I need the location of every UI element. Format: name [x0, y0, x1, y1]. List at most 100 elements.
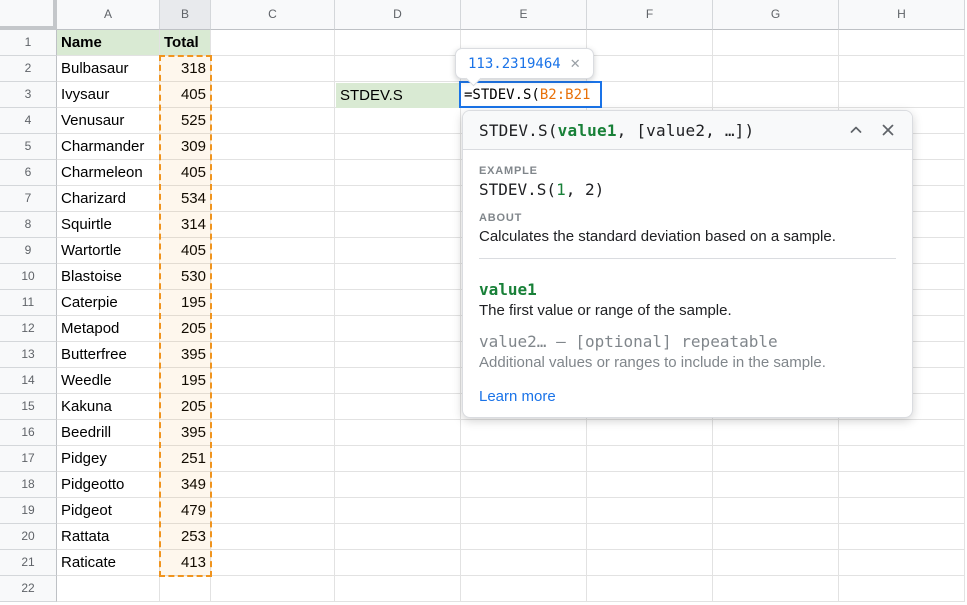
cell-F3[interactable]: [587, 82, 713, 108]
cell-E19[interactable]: [461, 498, 587, 524]
row-header-14[interactable]: 14: [0, 368, 57, 394]
cell-B18[interactable]: 349: [160, 472, 211, 498]
cell-D17[interactable]: [335, 446, 461, 472]
cell-D21[interactable]: [335, 550, 461, 576]
cell-C17[interactable]: [211, 446, 335, 472]
row-header-7[interactable]: 7: [0, 186, 57, 212]
cell-F18[interactable]: [587, 472, 713, 498]
cell-F2[interactable]: [587, 56, 713, 82]
cell-D6[interactable]: [335, 160, 461, 186]
cell-A20[interactable]: Rattata: [57, 524, 160, 550]
cell-D5[interactable]: [335, 134, 461, 160]
cell-C5[interactable]: [211, 134, 335, 160]
cell-A19[interactable]: Pidgeot: [57, 498, 160, 524]
cell-D12[interactable]: [335, 316, 461, 342]
cell-F19[interactable]: [587, 498, 713, 524]
cell-C20[interactable]: [211, 524, 335, 550]
cell-B8[interactable]: 314: [160, 212, 211, 238]
cell-B4[interactable]: 525: [160, 108, 211, 134]
cell-E18[interactable]: [461, 472, 587, 498]
column-header-E[interactable]: E: [461, 0, 587, 30]
column-header-C[interactable]: C: [211, 0, 335, 30]
cell-E21[interactable]: [461, 550, 587, 576]
row-header-15[interactable]: 15: [0, 394, 57, 420]
cell-C18[interactable]: [211, 472, 335, 498]
cell-B3[interactable]: 405: [160, 82, 211, 108]
cell-D9[interactable]: [335, 238, 461, 264]
column-header-A[interactable]: A: [57, 0, 160, 30]
cell-A3[interactable]: Ivysaur: [57, 82, 160, 108]
cell-H20[interactable]: [839, 524, 965, 550]
cell-B22[interactable]: [160, 576, 211, 602]
cell-A10[interactable]: Blastoise: [57, 264, 160, 290]
cell-H1[interactable]: [839, 30, 965, 56]
row-header-12[interactable]: 12: [0, 316, 57, 342]
cell-F1[interactable]: [587, 30, 713, 56]
cell-H16[interactable]: [839, 420, 965, 446]
cell-D2[interactable]: [335, 56, 461, 82]
cell-B1[interactable]: Total: [160, 30, 211, 56]
cell-A14[interactable]: Weedle: [57, 368, 160, 394]
row-header-4[interactable]: 4: [0, 108, 57, 134]
cell-A21[interactable]: Raticate: [57, 550, 160, 576]
row-header-18[interactable]: 18: [0, 472, 57, 498]
column-header-G[interactable]: G: [713, 0, 839, 30]
cell-B5[interactable]: 309: [160, 134, 211, 160]
cell-B7[interactable]: 534: [160, 186, 211, 212]
cell-G19[interactable]: [713, 498, 839, 524]
row-header-21[interactable]: 21: [0, 550, 57, 576]
cell-G21[interactable]: [713, 550, 839, 576]
cell-G20[interactable]: [713, 524, 839, 550]
cell-B21[interactable]: 413: [160, 550, 211, 576]
cell-B2[interactable]: 318: [160, 56, 211, 82]
cell-A5[interactable]: Charmander: [57, 134, 160, 160]
row-header-22[interactable]: 22: [0, 576, 57, 602]
cell-D16[interactable]: [335, 420, 461, 446]
cell-G16[interactable]: [713, 420, 839, 446]
cell-B20[interactable]: 253: [160, 524, 211, 550]
cell-B9[interactable]: 405: [160, 238, 211, 264]
column-header-H[interactable]: H: [839, 0, 965, 30]
cell-D8[interactable]: [335, 212, 461, 238]
row-header-3[interactable]: 3: [0, 82, 57, 108]
chevron-up-icon[interactable]: [848, 122, 864, 138]
row-header-1[interactable]: 1: [0, 30, 57, 56]
cell-C8[interactable]: [211, 212, 335, 238]
row-header-9[interactable]: 9: [0, 238, 57, 264]
close-icon[interactable]: [880, 122, 896, 138]
close-icon[interactable]: ✕: [570, 56, 581, 72]
cell-D18[interactable]: [335, 472, 461, 498]
learn-more-link[interactable]: Learn more: [479, 388, 556, 405]
cell-C11[interactable]: [211, 290, 335, 316]
cell-C2[interactable]: [211, 56, 335, 82]
cell-D13[interactable]: [335, 342, 461, 368]
cell-C3[interactable]: [211, 82, 335, 108]
row-header-19[interactable]: 19: [0, 498, 57, 524]
cell-D14[interactable]: [335, 368, 461, 394]
row-header-11[interactable]: 11: [0, 290, 57, 316]
cell-D10[interactable]: [335, 264, 461, 290]
cell-A2[interactable]: Bulbasaur: [57, 56, 160, 82]
cell-A13[interactable]: Butterfree: [57, 342, 160, 368]
cell-A18[interactable]: Pidgeotto: [57, 472, 160, 498]
cell-C12[interactable]: [211, 316, 335, 342]
cell-G1[interactable]: [713, 30, 839, 56]
row-header-20[interactable]: 20: [0, 524, 57, 550]
cell-H18[interactable]: [839, 472, 965, 498]
cell-B16[interactable]: 395: [160, 420, 211, 446]
cell-C14[interactable]: [211, 368, 335, 394]
cell-B10[interactable]: 530: [160, 264, 211, 290]
cell-D4[interactable]: [335, 108, 461, 134]
row-header-5[interactable]: 5: [0, 134, 57, 160]
row-header-13[interactable]: 13: [0, 342, 57, 368]
cell-H17[interactable]: [839, 446, 965, 472]
cell-C21[interactable]: [211, 550, 335, 576]
cell-B6[interactable]: 405: [160, 160, 211, 186]
cell-A15[interactable]: Kakuna: [57, 394, 160, 420]
cell-G18[interactable]: [713, 472, 839, 498]
cell-D1[interactable]: [335, 30, 461, 56]
cell-E17[interactable]: [461, 446, 587, 472]
cell-C6[interactable]: [211, 160, 335, 186]
cell-C1[interactable]: [211, 30, 335, 56]
cell-D15[interactable]: [335, 394, 461, 420]
